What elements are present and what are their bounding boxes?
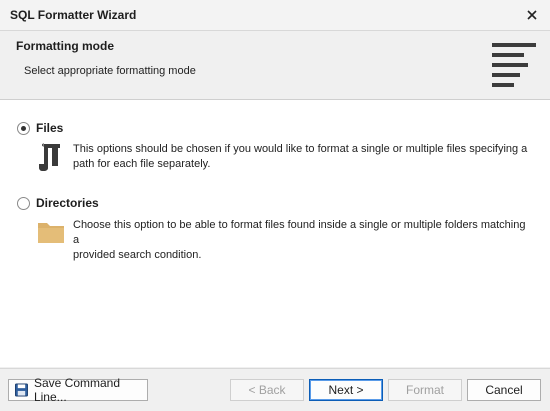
back-label: < Back — [248, 383, 286, 397]
file-icon — [39, 143, 60, 171]
directories-description: Choose this option to be able to format … — [73, 218, 533, 263]
format-label: Format — [405, 383, 444, 397]
wizard-footer: Save Command Line... < Back Next > Forma… — [0, 368, 550, 411]
folder-icon — [38, 223, 64, 243]
next-button[interactable]: Next > — [309, 379, 383, 401]
files-label: Files — [36, 121, 64, 135]
files-description-line: This options should be chosen if you wou… — [73, 143, 528, 155]
page-title: Formatting mode — [16, 39, 114, 53]
directories-description-line: provided search condition. — [73, 249, 202, 261]
next-label: Next > — [328, 383, 364, 397]
directories-description-line: Choose this option to be able to format … — [73, 219, 526, 246]
directories-radio[interactable] — [17, 196, 30, 210]
files-description-line: path for each file separately. — [73, 158, 211, 170]
wizard-header: Formatting mode Select appropriate forma… — [0, 31, 550, 100]
files-option[interactable]: Files — [17, 121, 63, 135]
options-panel: Files This options should be chosen if y… — [0, 100, 550, 367]
title-bar: SQL Formatter Wizard — [0, 0, 550, 31]
save-command-line-button[interactable]: Save Command Line... — [8, 376, 148, 404]
format-button[interactable]: Format — [388, 379, 462, 401]
files-radio[interactable] — [17, 121, 30, 135]
page-subtitle: Select appropriate formatting mode — [24, 65, 196, 77]
save-icon — [15, 383, 28, 397]
back-button[interactable]: < Back — [230, 379, 304, 401]
close-icon — [527, 10, 537, 20]
directories-option[interactable]: Directories — [17, 196, 99, 210]
cancel-button[interactable]: Cancel — [467, 379, 541, 401]
window-title: SQL Formatter Wizard — [10, 8, 137, 22]
directories-label: Directories — [36, 196, 99, 210]
files-description: This options should be chosen if you wou… — [73, 142, 533, 172]
save-command-line-label: Save Command Line... — [33, 376, 121, 404]
cancel-label: Cancel — [485, 383, 523, 397]
format-lines-icon — [492, 43, 536, 87]
close-button[interactable] — [522, 5, 542, 25]
